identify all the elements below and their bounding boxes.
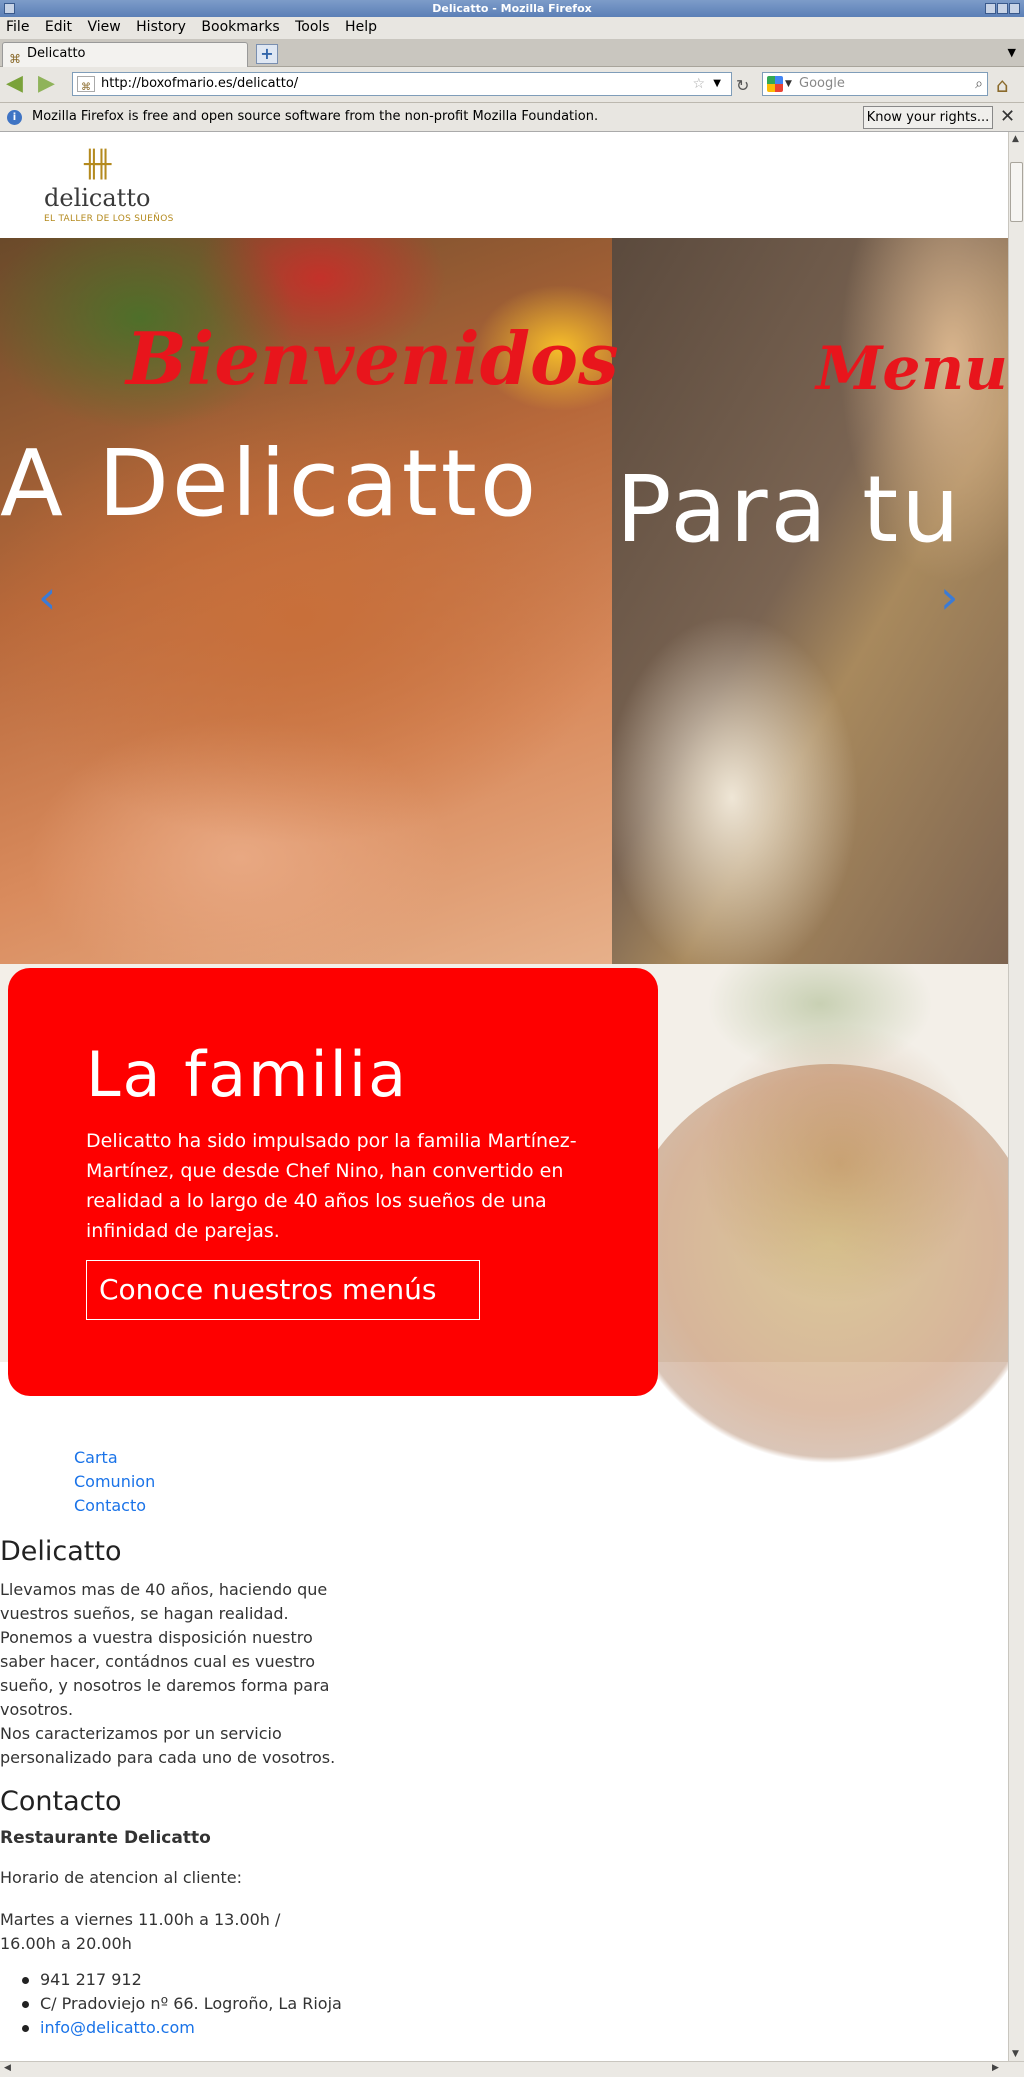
familia-title: La familia <box>86 1038 409 1111</box>
url-text: http://boxofmario.es/delicatto/ <box>101 76 299 91</box>
close-notification-icon[interactable]: ✕ <box>1000 108 1015 126</box>
scroll-up-icon[interactable]: ▲ <box>1012 134 1019 144</box>
site-logo[interactable]: ╫╫ delicatto EL TALLER DE LOS SUEÑOS <box>40 150 173 224</box>
contact-email-link[interactable]: info@delicatto.com <box>40 2018 195 2037</box>
menu-bookmarks[interactable]: Bookmarks <box>195 17 284 35</box>
slider-prev-arrow-icon[interactable]: ‹ <box>38 570 56 624</box>
about-heading: Delicatto <box>0 1536 122 1567</box>
familia-text: Delicatto ha sido impulsado por la famil… <box>86 1130 577 1242</box>
navigation-toolbar: ◀ ▶ ⌘ http://boxofmario.es/delicatto/ ☆ … <box>0 67 1024 103</box>
home-button[interactable]: ⌂ <box>996 73 1009 97</box>
slider-next-arrow-icon[interactable]: › <box>940 570 958 624</box>
contact-hours: Martes a viernes 11.00h a 13.00h / 16.00… <box>0 1910 281 1953</box>
hero-script-menus: Menus <box>816 334 1008 404</box>
search-box[interactable]: ▼ Google ⌕ <box>762 72 988 96</box>
hero-slider: Bienvenidos A Delicatto Menus Para tu ‹ … <box>0 238 1008 964</box>
logo-tagline: EL TALLER DE LOS SUEÑOS <box>44 214 174 224</box>
reload-button[interactable]: ↻ <box>736 76 749 95</box>
about-text: Llevamos mas de 40 años, haciendo que vu… <box>0 1580 336 1767</box>
scroll-thumb[interactable] <box>1010 162 1023 222</box>
contact-hours-label: Horario de atencion al cliente: <box>0 1868 243 1887</box>
window-menu-icon[interactable] <box>4 3 15 14</box>
scroll-right-icon[interactable]: ▶ <box>992 2063 999 2073</box>
scroll-down-icon[interactable]: ▼ <box>1012 2049 1019 2059</box>
search-placeholder: Google <box>799 76 845 91</box>
notification-bar: i Mozilla Firefox is free and open sourc… <box>0 103 1024 132</box>
link-contacto[interactable]: Contacto <box>74 1494 155 1518</box>
menus-button[interactable]: Conoce nuestros menús <box>86 1260 480 1320</box>
hero-title-para-tu: Para tu <box>616 456 963 563</box>
fork-logo-icon: ╫╫ <box>84 150 111 180</box>
notification-message: Mozilla Firefox is free and open source … <box>32 109 599 124</box>
contact-address: C/ Pradoviejo nº 66. Logroño, La Rioja <box>18 1992 342 2016</box>
maximize-icon[interactable] <box>997 3 1008 14</box>
menu-view[interactable]: View <box>81 17 125 35</box>
search-icon[interactable]: ⌕ <box>975 73 983 95</box>
menu-bar: File Edit View History Bookmarks Tools H… <box>0 17 1024 39</box>
menu-help[interactable]: Help <box>339 17 382 35</box>
forward-button[interactable]: ▶ <box>38 73 55 95</box>
contact-phone: 941 217 912 <box>18 1968 342 1992</box>
site-identity-icon[interactable]: ⌘ <box>77 76 95 93</box>
menu-tools[interactable]: Tools <box>289 17 335 35</box>
familia-section: La familia Delicatto ha sido impulsado p… <box>0 964 1008 1464</box>
hero-script-bienvenidos: Bienvenidos <box>126 316 619 401</box>
contact-heading: Contacto <box>0 1786 122 1817</box>
tab-list-dropdown-icon[interactable]: ▼ <box>1008 46 1016 59</box>
tab-delicatto[interactable]: ⌘ Delicatto <box>2 42 248 67</box>
menu-file[interactable]: File <box>0 17 34 35</box>
page-viewport: ╫╫ delicatto EL TALLER DE LOS SUEÑOS Bie… <box>0 132 1008 2061</box>
menu-history[interactable]: History <box>130 17 191 35</box>
title-bar: Delicatto - Mozilla Firefox <box>0 0 1024 17</box>
tab-strip: ⌘ Delicatto + ▼ <box>0 39 1024 67</box>
link-comunion[interactable]: Comunion <box>74 1470 155 1494</box>
menu-edit[interactable]: Edit <box>39 17 77 35</box>
contact-list: 941 217 912 C/ Pradoviejo nº 66. Logroño… <box>18 1968 342 2040</box>
search-engine-dropdown-icon[interactable]: ▼ <box>785 73 792 95</box>
url-bar[interactable]: ⌘ http://boxofmario.es/delicatto/ ☆ ▼ <box>72 72 732 96</box>
tab-label: Delicatto <box>27 46 86 61</box>
contact-email-item: info@delicatto.com <box>18 2016 342 2040</box>
search-engine-icon[interactable] <box>767 76 783 92</box>
info-icon: i <box>7 110 22 125</box>
hero-title-a-delicatto: A Delicatto <box>0 430 540 537</box>
contact-name: Restaurante Delicatto <box>0 1828 211 1848</box>
vertical-scrollbar[interactable]: ▲ ▼ <box>1008 132 1024 2061</box>
salad-bowl-image <box>620 1064 1008 1464</box>
browser-window: Delicatto - Mozilla Firefox File Edit Vi… <box>0 0 1024 2077</box>
url-history-dropdown-icon[interactable]: ▼ <box>713 73 721 95</box>
logo-wordmark: delicatto <box>44 184 151 212</box>
familia-card: La familia Delicatto ha sido impulsado p… <box>8 968 658 1396</box>
know-your-rights-button[interactable]: Know your rights... <box>863 106 993 129</box>
footer-links: Carta Comunion Contacto <box>74 1446 155 1518</box>
minimize-icon[interactable] <box>985 3 996 14</box>
back-button[interactable]: ◀ <box>6 73 23 95</box>
new-tab-button[interactable]: + <box>256 44 278 64</box>
link-carta[interactable]: Carta <box>74 1446 155 1470</box>
window-title: Delicatto - Mozilla Firefox <box>432 2 592 15</box>
bookmark-star-icon[interactable]: ☆ <box>692 73 705 95</box>
close-window-icon[interactable] <box>1009 3 1020 14</box>
horizontal-scrollbar[interactable]: ◀ ▶ <box>0 2061 1024 2077</box>
scroll-left-icon[interactable]: ◀ <box>4 2063 11 2073</box>
